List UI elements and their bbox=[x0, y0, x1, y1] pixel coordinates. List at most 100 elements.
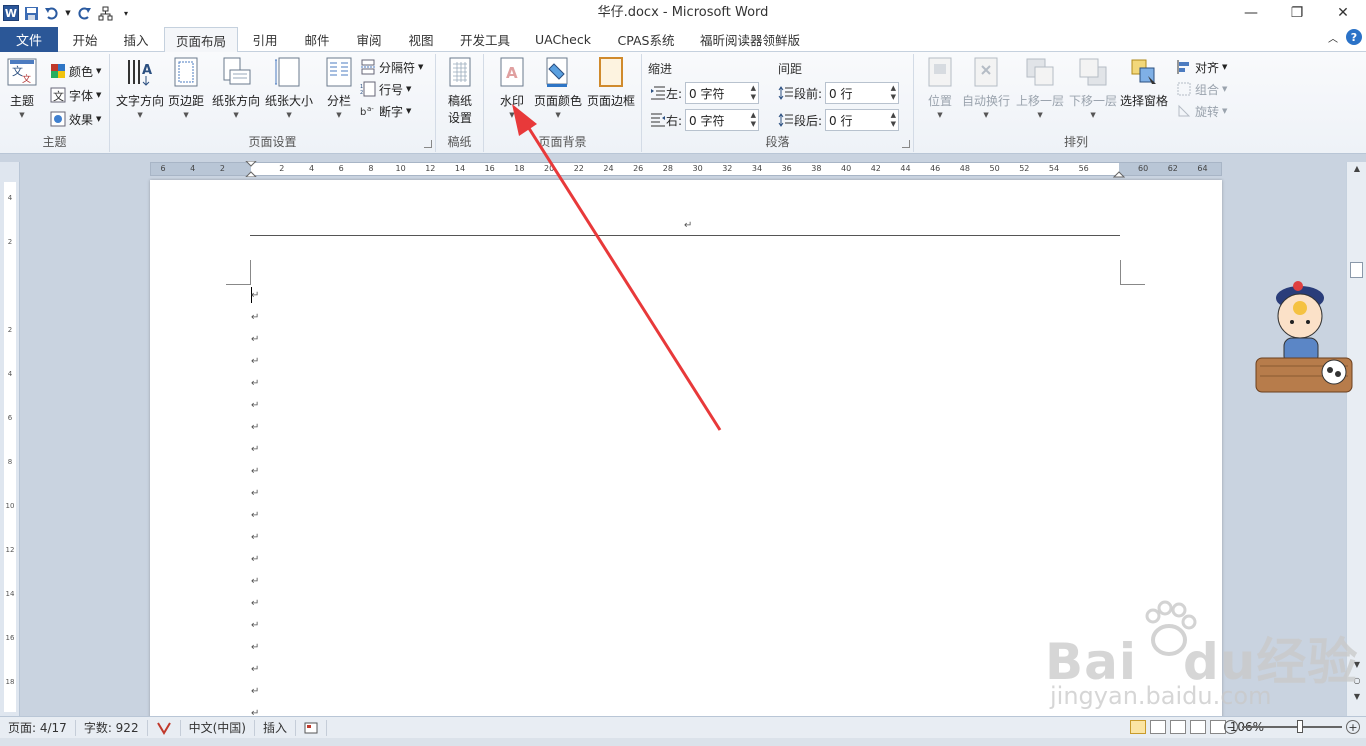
page-color-button[interactable]: 页面颜色 ▼ bbox=[534, 56, 582, 119]
page-setup-launcher-icon[interactable] bbox=[424, 140, 432, 148]
zoom-in-icon[interactable]: + bbox=[1346, 720, 1360, 734]
vertical-ruler: 4 2 2 4 6 8 10 12 14 16 18 bbox=[0, 162, 20, 716]
page-borders-button[interactable]: 页面边框 bbox=[587, 56, 635, 109]
paper-size-button[interactable]: 纸张大小 ▼ bbox=[265, 56, 313, 119]
breaks-button[interactable]: 分隔符 ▼ bbox=[360, 56, 423, 78]
scroll-up-icon[interactable]: ▲ bbox=[1347, 164, 1366, 173]
ruler-number: 8 bbox=[368, 164, 374, 173]
save-icon[interactable] bbox=[22, 4, 40, 22]
indent-right-input[interactable]: 0 字符 ▲ ▼ bbox=[685, 109, 760, 131]
ruler-number: 54 bbox=[1048, 164, 1060, 173]
indent-left-input[interactable]: 0 字符 ▲ ▼ bbox=[685, 82, 760, 104]
spinner-arrows-icon[interactable]: ▲ ▼ bbox=[751, 111, 756, 129]
tab-view[interactable]: 视图 bbox=[398, 27, 444, 52]
status-bar: 页面: 4/17 字数: 922 中文(中国) 插入 106% − + bbox=[0, 716, 1366, 738]
scrollbar-thumb[interactable] bbox=[1350, 262, 1363, 278]
undo-icon[interactable] bbox=[43, 4, 61, 22]
tab-insert[interactable]: 插入 bbox=[112, 27, 160, 52]
paragraph-mark: ↵ bbox=[251, 488, 260, 499]
restore-icon[interactable]: ❐ bbox=[1274, 0, 1320, 26]
document-canvas: ↵ ↵ ↵ ↵ ↵ ↵ ↵ ↵ ↵ ↵ ↵ ↵ ↵ ↵ ↵ ↵ ↵ ↵ ↵ ↵ ↵ bbox=[20, 178, 1346, 716]
scroll-down-icon[interactable]: ▼ bbox=[1347, 660, 1366, 669]
ruler-number: 26 bbox=[633, 164, 644, 173]
text-direction-button[interactable]: A 文字方向 ▼ bbox=[116, 56, 164, 119]
minimize-icon[interactable]: — bbox=[1228, 0, 1274, 26]
horizontal-ruler[interactable]: 6 4 2 2 4 6 8 10 12 14 16 18 20 22 24 26 28 30 32 34 36 38 40 4… bbox=[150, 161, 1222, 178]
wrap-text-button[interactable]: 自动换行 ▼ bbox=[962, 56, 1010, 119]
group-objects-button[interactable]: 组合 ▼ bbox=[1176, 78, 1227, 100]
tab-mailings[interactable]: 邮件 bbox=[294, 27, 340, 52]
indent-marker-icon[interactable] bbox=[245, 161, 257, 177]
svg-text:A: A bbox=[142, 63, 152, 78]
undo-dropdown-icon[interactable]: ▼ bbox=[64, 4, 72, 22]
network-icon[interactable] bbox=[96, 4, 114, 22]
tab-home[interactable]: 开始 bbox=[62, 27, 108, 52]
margins-button[interactable]: 页边距 ▼ bbox=[168, 56, 204, 119]
themes-button[interactable]: 文文 主题 ▼ bbox=[6, 56, 38, 119]
insert-mode[interactable]: 插入 bbox=[255, 719, 296, 736]
page-count[interactable]: 页面: 4/17 bbox=[0, 719, 76, 736]
watermark-button[interactable]: A 水印 ▼ bbox=[496, 56, 528, 119]
position-button[interactable]: 位置 ▼ bbox=[924, 56, 956, 119]
send-backward-button[interactable]: 下移一层 ▼ bbox=[1069, 56, 1117, 119]
word-count[interactable]: 字数: 922 bbox=[76, 719, 148, 736]
vertical-scrollbar[interactable]: ▲ ▼ ○ ▼ bbox=[1346, 162, 1366, 716]
rotate-button[interactable]: 旋转 ▼ bbox=[1176, 100, 1227, 122]
page-borders-icon bbox=[599, 57, 623, 87]
help-icon[interactable]: ? bbox=[1346, 29, 1362, 45]
spacing-before-input[interactable]: 0 行 ▲ ▼ bbox=[825, 82, 900, 104]
theme-colors-button[interactable]: 颜色 ▼ bbox=[50, 60, 101, 82]
tab-page-layout[interactable]: 页面布局 bbox=[164, 27, 238, 53]
document-page[interactable]: ↵ ↵ ↵ ↵ ↵ ↵ ↵ ↵ ↵ ↵ ↵ ↵ ↵ ↵ ↵ ↵ ↵ ↵ ↵ ↵ ↵ bbox=[150, 180, 1222, 716]
zoom-out-icon[interactable]: − bbox=[1224, 720, 1238, 734]
outline-icon[interactable] bbox=[1190, 720, 1206, 734]
zoom-slider-thumb[interactable] bbox=[1297, 720, 1303, 733]
language-status[interactable]: 中文(中国) bbox=[181, 719, 255, 736]
tab-uacheck[interactable]: UACheck bbox=[526, 27, 600, 52]
manuscript-settings-button[interactable]: 稿纸 设置 bbox=[444, 56, 476, 126]
orientation-button[interactable]: 纸张方向 ▼ bbox=[212, 56, 260, 119]
tab-cpas[interactable]: CPAS系统 bbox=[608, 27, 684, 52]
word-app-icon[interactable]: W bbox=[3, 5, 19, 21]
next-page-icon[interactable]: ▼ bbox=[1347, 692, 1366, 701]
spinner-arrows-icon[interactable]: ▲ ▼ bbox=[751, 84, 756, 102]
indent-left-icon bbox=[651, 86, 665, 100]
selection-pane-button[interactable]: 选择窗格 bbox=[1120, 56, 1168, 109]
paper-size-icon bbox=[275, 57, 300, 87]
align-button[interactable]: 对齐 ▼ bbox=[1176, 56, 1227, 78]
tab-review[interactable]: 审阅 bbox=[346, 27, 392, 52]
bring-forward-button[interactable]: 上移一层 ▼ bbox=[1016, 56, 1064, 119]
macro-record-icon[interactable] bbox=[296, 719, 327, 736]
close-icon[interactable]: ✕ bbox=[1320, 0, 1366, 26]
ruler-number: 20 bbox=[544, 164, 555, 173]
hyphenation-button[interactable]: b a- 断字 ▼ bbox=[360, 100, 411, 122]
customize-qat-icon[interactable]: ▾ bbox=[117, 4, 135, 22]
bring-forward-icon bbox=[1026, 58, 1054, 86]
ruler-number: 50 bbox=[989, 164, 1000, 173]
redo-icon[interactable] bbox=[75, 4, 93, 22]
print-layout-icon[interactable] bbox=[1130, 720, 1146, 734]
paragraph-launcher-icon[interactable] bbox=[902, 140, 910, 148]
tab-developer[interactable]: 开发工具 bbox=[452, 27, 518, 52]
collapse-ribbon-icon[interactable]: ︿ bbox=[1328, 30, 1338, 45]
columns-button[interactable]: 分栏 ▼ bbox=[323, 56, 355, 119]
ruler-number: 16 bbox=[484, 164, 495, 173]
ruler-number: 36 bbox=[781, 164, 792, 173]
breaks-icon bbox=[361, 59, 375, 75]
tab-file[interactable]: 文件 bbox=[0, 27, 58, 52]
theme-fonts-button[interactable]: 文 字体 ▼ bbox=[50, 84, 101, 106]
proofing-icon[interactable] bbox=[148, 719, 181, 736]
browse-object-icon[interactable]: ○ bbox=[1347, 676, 1366, 685]
zoom-slider[interactable]: − + bbox=[1224, 720, 1360, 734]
web-layout-icon[interactable] bbox=[1170, 720, 1186, 734]
right-indent-marker-icon[interactable] bbox=[1113, 166, 1125, 178]
line-numbers-button[interactable]: 12 行号 ▼ bbox=[360, 78, 411, 100]
spacing-after-input[interactable]: 0 行 ▲ ▼ bbox=[825, 109, 900, 131]
ruler-number: 16 bbox=[5, 634, 15, 642]
tab-foxit[interactable]: 福昕阅读器领鲜版 bbox=[692, 27, 808, 52]
tab-references[interactable]: 引用 bbox=[242, 27, 288, 52]
spinner-arrows-icon[interactable]: ▲ ▼ bbox=[891, 111, 896, 129]
theme-effects-button[interactable]: 效果 ▼ bbox=[50, 108, 101, 130]
spinner-arrows-icon[interactable]: ▲ ▼ bbox=[891, 84, 896, 102]
full-screen-reading-icon[interactable] bbox=[1150, 720, 1166, 734]
